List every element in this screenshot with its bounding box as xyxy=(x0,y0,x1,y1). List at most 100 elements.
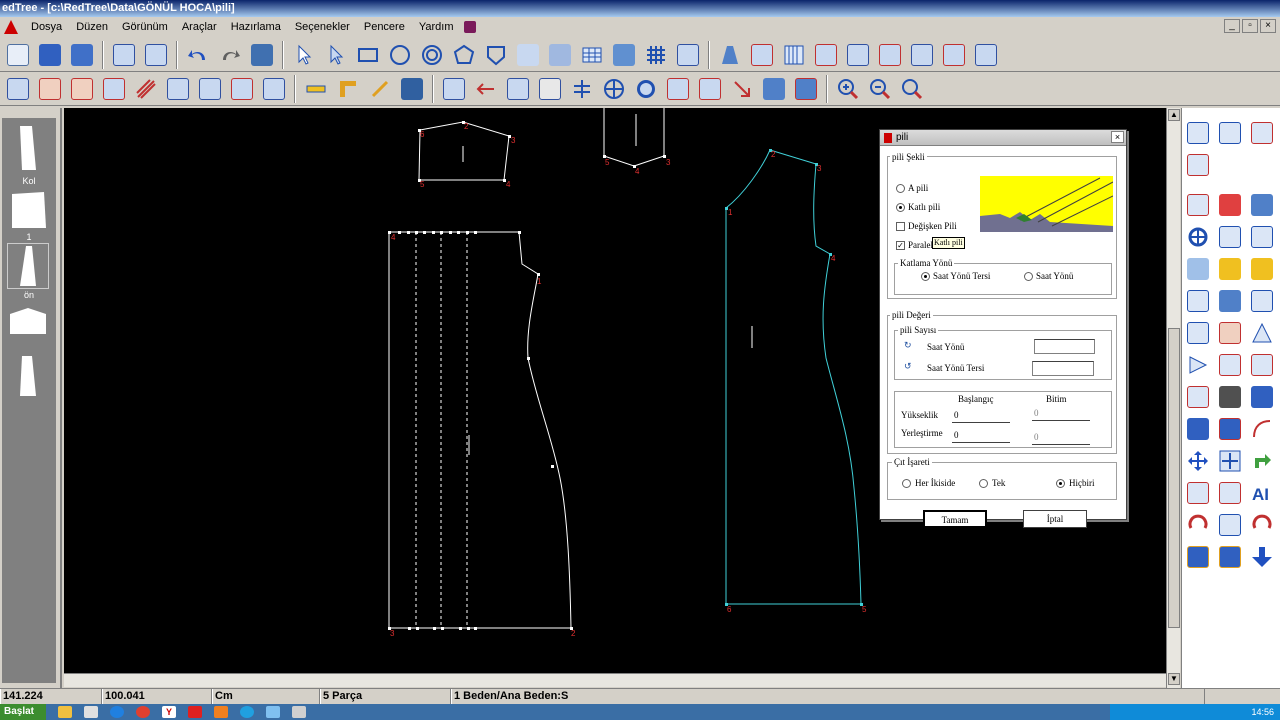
piece-icon-7[interactable] xyxy=(971,40,1001,70)
placement-start-input[interactable]: 0 xyxy=(952,428,1010,443)
notch-both-radio[interactable] xyxy=(902,479,911,488)
app-icon[interactable] xyxy=(4,20,18,34)
menu-gorunum[interactable]: Görünüm xyxy=(122,21,168,33)
ok-button[interactable]: Tamam xyxy=(923,510,987,528)
pocket-icon[interactable] xyxy=(481,40,511,70)
scroll-up-arrow[interactable]: ▲ xyxy=(1168,109,1180,121)
ruler-icon[interactable] xyxy=(301,74,331,104)
split-line-icon[interactable] xyxy=(1215,318,1245,348)
paste-icon[interactable] xyxy=(141,40,171,70)
fold-cw-radio[interactable] xyxy=(1024,272,1033,281)
parallel-checkbox[interactable]: ✓ xyxy=(896,241,905,250)
stripes-icon[interactable] xyxy=(131,74,161,104)
resize-diagonal-icon[interactable] xyxy=(1183,542,1213,572)
cut-piece-icon[interactable] xyxy=(67,74,97,104)
polygon-icon[interactable] xyxy=(449,40,479,70)
dense-grid-icon[interactable] xyxy=(641,40,671,70)
document-icon[interactable] xyxy=(84,706,98,718)
shirt-edit-icon-4[interactable] xyxy=(195,74,225,104)
notch-none-radio[interactable] xyxy=(1056,479,1065,488)
shirt-tool-icon-4[interactable] xyxy=(1183,286,1213,316)
piece-move-icon[interactable] xyxy=(503,74,533,104)
sewing-machine-icon[interactable] xyxy=(439,74,469,104)
piece-icon-3[interactable] xyxy=(843,40,873,70)
back-piece[interactable]: 1 2 3 4 5 6 xyxy=(725,149,867,614)
rectangle-icon[interactable] xyxy=(353,40,383,70)
rotate-ccw-icon[interactable] xyxy=(1247,510,1277,540)
start-button[interactable]: Başlat xyxy=(0,704,46,720)
thumb-pocket[interactable] xyxy=(8,190,48,230)
circle-icon[interactable] xyxy=(385,40,415,70)
neck-piece[interactable]: 5 4 3 xyxy=(603,108,671,176)
move-box-icon[interactable] xyxy=(1215,446,1245,476)
menu-hazirlama[interactable]: Hazırlama xyxy=(231,21,281,33)
piece-icon-1[interactable] xyxy=(747,40,777,70)
media-icon[interactable] xyxy=(214,706,228,718)
shirt-edit-icon-3[interactable] xyxy=(163,74,193,104)
scroll-down-arrow[interactable]: ▼ xyxy=(1168,673,1180,685)
multi-select-icon[interactable] xyxy=(321,40,351,70)
menu-secenekler[interactable]: Seçenekler xyxy=(295,21,350,33)
save-icon[interactable] xyxy=(67,40,97,70)
shirt-edit-icon-2[interactable] xyxy=(99,74,129,104)
cube-icon[interactable] xyxy=(1183,414,1213,444)
arrow-down-icon[interactable] xyxy=(1247,542,1277,572)
pencil-tool-icon-2[interactable] xyxy=(1247,254,1277,284)
count-ccw-input[interactable] xyxy=(1032,361,1094,376)
browser-icon[interactable] xyxy=(110,706,124,718)
pen-icon[interactable] xyxy=(609,40,639,70)
fold-piece-icon[interactable] xyxy=(1183,254,1213,284)
piece-icon-6[interactable] xyxy=(939,40,969,70)
shirt-delete-icon[interactable] xyxy=(227,74,257,104)
menu-araclar[interactable]: Araçlar xyxy=(182,21,217,33)
shirt-arrow-icon[interactable] xyxy=(663,74,693,104)
yandex-icon[interactable]: Y xyxy=(162,706,176,718)
menu-pencere[interactable]: Pencere xyxy=(364,21,405,33)
chrome-icon[interactable] xyxy=(136,706,150,718)
spiral-icon[interactable] xyxy=(417,40,447,70)
app-icon-2[interactable] xyxy=(266,706,280,718)
shirt-tool-icon-3[interactable] xyxy=(1247,190,1277,220)
shirt-tool-icon-1[interactable] xyxy=(1247,118,1277,148)
front-piece[interactable]: 4 1 2 3 xyxy=(388,231,576,638)
piece-icon-5[interactable] xyxy=(907,40,937,70)
curve-arrow-icon[interactable] xyxy=(1183,118,1213,148)
corner-ruler-icon[interactable] xyxy=(333,74,363,104)
variable-pleat-checkbox[interactable] xyxy=(896,222,905,231)
app-icon-3[interactable] xyxy=(292,706,306,718)
vertical-scrollbar[interactable]: ▲ ▼ xyxy=(1166,108,1180,688)
scissors-icon[interactable] xyxy=(35,74,65,104)
shirt-rotate-icon[interactable] xyxy=(695,74,725,104)
horizontal-scrollbar[interactable] xyxy=(64,673,1166,687)
piece-x-icon[interactable] xyxy=(791,74,821,104)
flip-icon[interactable] xyxy=(759,74,789,104)
folder-icon[interactable] xyxy=(58,706,72,718)
menu-duzen[interactable]: Düzen xyxy=(76,21,108,33)
shirt-tool-icon-12[interactable] xyxy=(1247,382,1277,412)
thumb-yoke[interactable] xyxy=(8,306,48,336)
help-book-icon[interactable] xyxy=(464,21,477,33)
open-icon[interactable] xyxy=(35,40,65,70)
crosshair-icon[interactable] xyxy=(599,74,629,104)
thumb-front[interactable] xyxy=(7,243,49,289)
line-draw-icon[interactable] xyxy=(1183,190,1213,220)
shirt-tool-icon-7[interactable] xyxy=(1183,318,1213,348)
placement-end-input[interactable]: 0 xyxy=(1032,430,1090,445)
restore-button[interactable]: ▫ xyxy=(1242,19,1258,33)
count-cw-input[interactable] xyxy=(1034,339,1095,354)
shirt-tool-icon-13[interactable] xyxy=(1183,478,1213,508)
zoom-in-icon[interactable] xyxy=(833,74,863,104)
shirt-icon[interactable] xyxy=(673,40,703,70)
shoe-icon[interactable] xyxy=(397,74,427,104)
thumb-sleeve[interactable] xyxy=(8,124,48,172)
new-icon[interactable] xyxy=(3,40,33,70)
button-icon[interactable] xyxy=(631,74,661,104)
percent-icon[interactable] xyxy=(535,74,565,104)
measure-angle-icon[interactable] xyxy=(1215,118,1245,148)
menu-dosya[interactable]: Dosya xyxy=(31,21,62,33)
pencil-icon[interactable] xyxy=(365,74,395,104)
vertical-scroll-thumb[interactable] xyxy=(1168,328,1180,628)
rotate-piece-icon[interactable] xyxy=(1215,222,1245,252)
zoom-out-icon[interactable] xyxy=(865,74,895,104)
align-icon[interactable] xyxy=(567,74,597,104)
